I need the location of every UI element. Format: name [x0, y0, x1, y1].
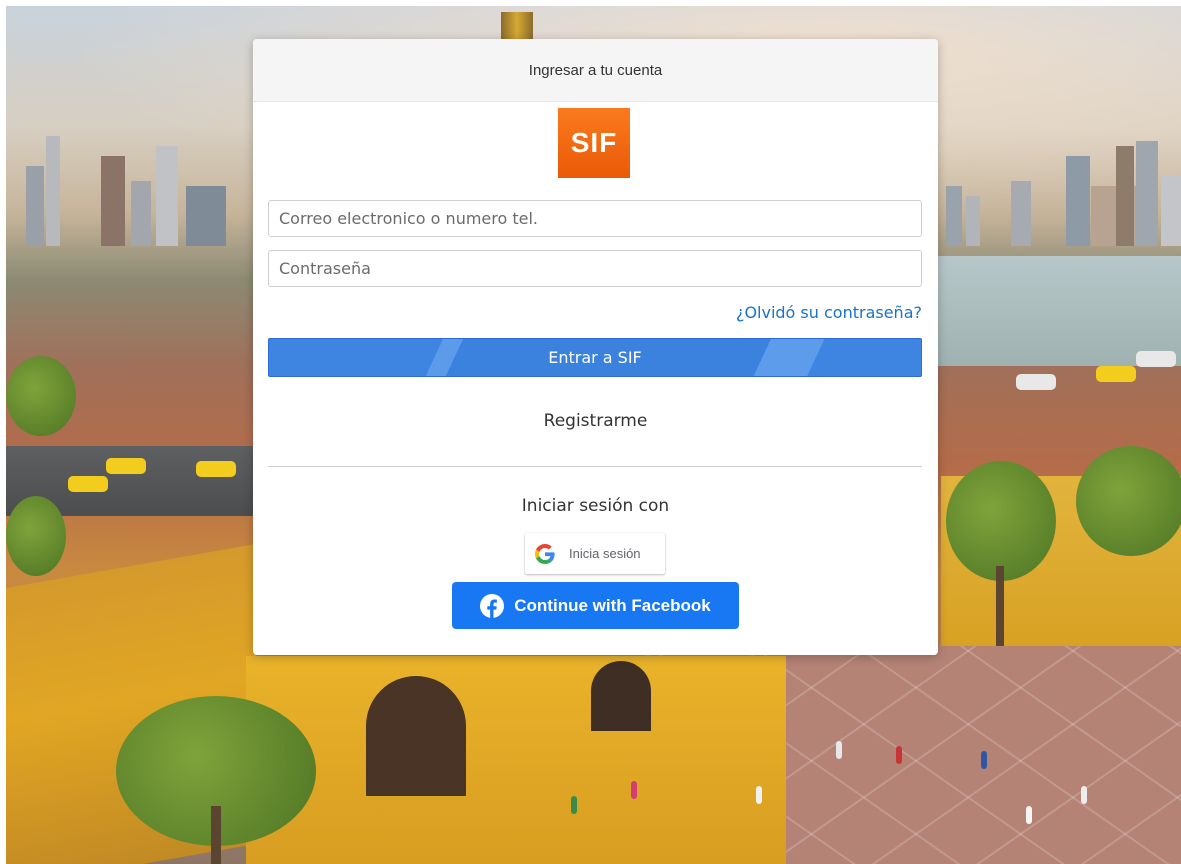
facebook-icon: [480, 593, 505, 618]
wall-archway: [591, 661, 651, 731]
pedestrian: [756, 786, 762, 804]
wall-archway: [366, 676, 466, 796]
register-link[interactable]: Registrarme: [253, 411, 938, 431]
login-card: Ingresar a tu cuenta SIF ¿Olvidó su cont…: [253, 39, 938, 655]
email-field[interactable]: [268, 200, 922, 237]
google-signin-label: Inicia sesión: [569, 546, 641, 561]
facebook-login-label: Continue with Facebook: [514, 595, 711, 615]
pedestrian: [896, 746, 902, 764]
card-title: Ingresar a tu cuenta: [528, 61, 663, 79]
car: [1136, 351, 1176, 367]
sif-logo: SIF: [558, 108, 630, 178]
google-g-icon: [535, 543, 555, 564]
pedestrian: [571, 796, 577, 814]
taxi: [68, 476, 108, 492]
social-login-heading: Iniciar sesión con: [521, 496, 670, 516]
taxi: [196, 461, 236, 477]
pedestrian: [1081, 786, 1087, 804]
tree-trunk: [996, 566, 1004, 646]
pedestrian: [1026, 806, 1032, 824]
tree: [1076, 446, 1181, 556]
tree: [6, 356, 76, 436]
tree: [946, 461, 1056, 581]
card-header: Ingresar a tu cuenta: [253, 39, 938, 102]
google-signin-button[interactable]: Inicia sesión: [525, 533, 665, 574]
password-field[interactable]: [268, 250, 922, 287]
tree-trunk: [211, 806, 221, 864]
tree: [6, 496, 66, 576]
taxi: [106, 458, 146, 474]
bay-water: [936, 256, 1181, 366]
login-button-label: Entrar a SIF: [548, 348, 642, 367]
pedestrian: [631, 781, 637, 799]
forgot-password-link[interactable]: ¿Olvidó su contraseña?: [736, 303, 922, 322]
car: [1016, 374, 1056, 390]
city-wall-front: [246, 656, 786, 864]
taxi: [1096, 366, 1136, 382]
pedestrian: [981, 751, 987, 769]
login-button[interactable]: Entrar a SIF: [268, 338, 922, 377]
logo-text: SIF: [570, 127, 618, 158]
pedestrian: [836, 741, 842, 759]
facebook-login-button[interactable]: Continue with Facebook: [452, 582, 739, 629]
divider: [268, 466, 922, 467]
